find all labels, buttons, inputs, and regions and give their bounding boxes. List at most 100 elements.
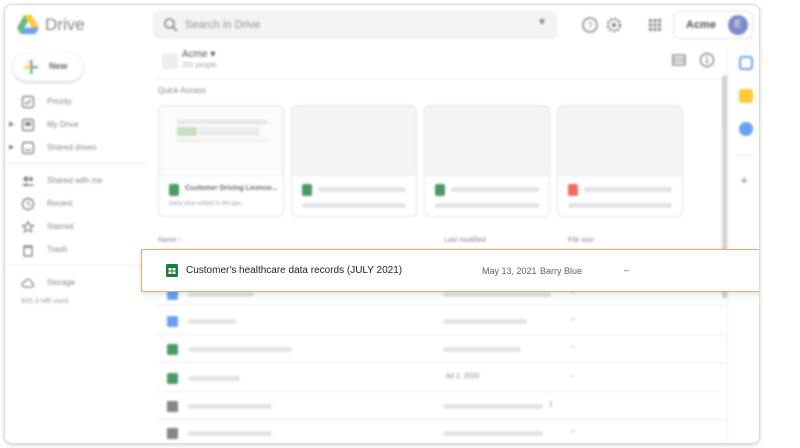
- placeholder-bar: [443, 347, 521, 352]
- sheets-icon: [167, 373, 178, 384]
- file-thumbnail: [159, 106, 283, 176]
- drive-window: Drive ▼ ?: [4, 4, 760, 444]
- app-name: Drive: [45, 15, 85, 34]
- trash-icon: [23, 245, 33, 257]
- row-divider: [155, 305, 725, 306]
- keep-icon[interactable]: [739, 89, 753, 103]
- storage-used-text: 665.3 MB used: [21, 298, 69, 305]
- expand-arrow-icon[interactable]: ▶: [9, 143, 14, 151]
- last-modified: Jul 2, 2020: [445, 373, 480, 380]
- top-bar: Drive ▼ ?: [5, 5, 759, 45]
- row-divider: [155, 419, 725, 420]
- column-file-size-header[interactable]: File size: [568, 237, 594, 244]
- shared-drives-icon: [21, 141, 35, 155]
- sidebar-item-shared-drives[interactable]: ▶ Shared drives: [5, 138, 145, 158]
- sidebar-item-label: Starred: [47, 222, 74, 231]
- sheets-icon: [435, 184, 445, 196]
- info-icon[interactable]: [699, 52, 715, 68]
- search-bar[interactable]: ▼: [153, 11, 557, 39]
- star-icon: [21, 220, 35, 234]
- new-button-label: New: [49, 61, 68, 71]
- quick-access-card[interactable]: [424, 105, 550, 217]
- quick-access-card[interactable]: Customer Driving License... barry blue e…: [158, 105, 284, 217]
- file-size: –: [571, 344, 575, 351]
- expand-arrow-icon[interactable]: ▶: [9, 120, 14, 128]
- main-divider: [155, 78, 725, 79]
- sidebar-item-label: Recent: [47, 199, 73, 208]
- search-options-icon[interactable]: ▼: [537, 17, 547, 28]
- org-logo: [162, 53, 178, 69]
- placeholder-bar: [188, 319, 236, 324]
- placeholder-bar: [188, 431, 272, 436]
- rail-divider: [727, 45, 728, 443]
- quick-access-card[interactable]: [557, 105, 683, 217]
- placeholder-bar: [302, 203, 406, 208]
- sidebar-item-shared-with-me[interactable]: Shared with me: [5, 171, 145, 191]
- file-thumbnail: [292, 106, 416, 176]
- placeholder-bar: [443, 292, 551, 297]
- sidebar-item-label: Shared drives: [47, 143, 97, 152]
- row-divider: [155, 362, 725, 363]
- placeholder-bar: [435, 203, 539, 208]
- placeholder-bar: [188, 404, 272, 409]
- folder-icon: [167, 401, 178, 412]
- row-divider: [155, 391, 725, 392]
- file-size: –: [571, 316, 575, 323]
- list-view-icon[interactable]: [671, 52, 687, 68]
- file-thumbnail: [425, 106, 549, 176]
- slides-icon: [568, 184, 578, 196]
- placeholder-bar: [568, 203, 672, 208]
- svg-text:?: ?: [587, 21, 592, 31]
- add-addon-icon[interactable]: +: [740, 172, 748, 188]
- search-icon: [164, 18, 178, 32]
- clock-icon: [21, 197, 35, 211]
- sheets-icon: [167, 344, 178, 355]
- placeholder-bar: [584, 187, 672, 192]
- folder-icon: [167, 428, 178, 439]
- settings-gear-icon[interactable]: [605, 16, 623, 34]
- placeholder-bar: [443, 404, 543, 409]
- tasks-icon[interactable]: [739, 122, 753, 136]
- priority-icon: [21, 95, 35, 109]
- account-switcher[interactable]: Acme E: [673, 11, 753, 39]
- placeholder-bar: [443, 431, 543, 436]
- sidebar-item-storage[interactable]: Storage: [5, 273, 145, 293]
- quick-access-card[interactable]: [291, 105, 417, 217]
- card-subtitle: barry blue edited in the pas...: [169, 201, 247, 207]
- sidebar-item-starred[interactable]: Starred: [5, 217, 145, 237]
- account-org-name: Acme: [686, 19, 716, 31]
- file-thumbnail: [558, 106, 682, 176]
- column-last-modified-header[interactable]: Last modified: [444, 237, 486, 244]
- cloud-icon: [21, 278, 35, 288]
- placeholder-bar: [188, 292, 254, 297]
- placeholder-bar: [451, 187, 539, 192]
- row-divider: [155, 334, 725, 335]
- new-button[interactable]: New: [13, 53, 83, 81]
- help-icon[interactable]: ?: [581, 16, 599, 34]
- org-name[interactable]: Acme ▾: [182, 49, 215, 60]
- avatar[interactable]: E: [728, 15, 748, 35]
- apps-grid-icon[interactable]: [646, 16, 664, 34]
- file-size: –: [571, 373, 575, 380]
- sidebar-item-my-drive[interactable]: ▶ My Drive: [5, 115, 145, 135]
- drive-logo-icon: [17, 14, 39, 35]
- sheets-icon: [166, 264, 178, 277]
- placeholder-bar: [188, 347, 292, 352]
- highlighted-file-row[interactable]: Customer's healthcare data records (JULY…: [141, 249, 759, 292]
- sidebar-item-label: My Drive: [47, 120, 79, 129]
- column-name-header[interactable]: Name ↑: [158, 237, 182, 244]
- sheets-icon: [169, 184, 179, 196]
- sidebar-item-priority[interactable]: Priority: [5, 92, 145, 112]
- sidebar-item-label: Priority: [47, 97, 72, 106]
- sidebar-item-trash[interactable]: Trash: [5, 240, 145, 260]
- docs-icon: [167, 316, 178, 327]
- sidebar-item-label: Storage: [47, 278, 76, 287]
- sidebar-divider: [5, 163, 149, 164]
- search-input[interactable]: [185, 15, 515, 35]
- sheets-icon: [302, 184, 312, 196]
- shared-with-me-icon: [22, 176, 34, 186]
- sidebar-item-recent[interactable]: Recent: [5, 194, 145, 214]
- calendar-icon[interactable]: [739, 56, 753, 70]
- file-size: –: [571, 428, 575, 435]
- file-size: 1: [549, 401, 553, 408]
